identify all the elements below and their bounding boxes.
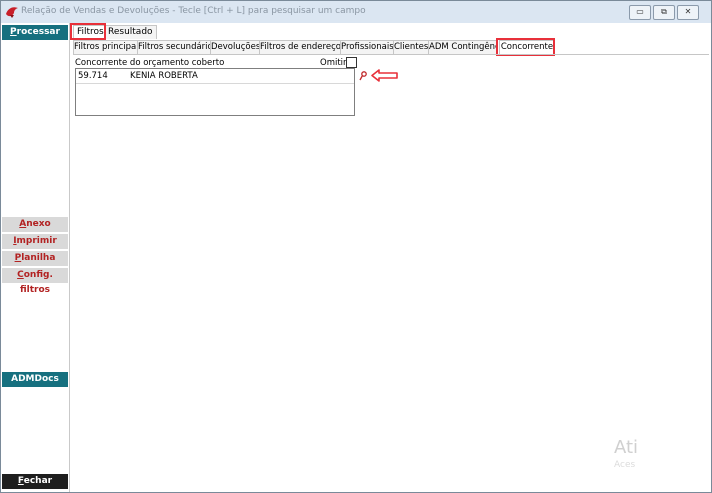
main-area: Filtros Resultado Filtros principais Fil… xyxy=(70,23,711,492)
sidebar: Processar Anexo Imprimir Planilha Config… xyxy=(1,23,70,492)
fechar-button[interactable]: Fechar xyxy=(2,474,68,489)
imprimir-button[interactable]: Imprimir xyxy=(2,234,68,249)
subtab-profissionais[interactable]: Profissionais xyxy=(340,40,394,54)
title-bar: Relação de Vendas e Devoluções - Tecle [… xyxy=(1,1,711,24)
subtab-filtros-principais[interactable]: Filtros principais xyxy=(73,40,138,54)
subtab-filtros-secundarios[interactable]: Filtros secundários xyxy=(137,40,211,54)
subtab-adm-contingencia[interactable]: ADM Contingência xyxy=(428,40,498,54)
planilha-button[interactable]: Planilha xyxy=(2,251,68,266)
maximize-button[interactable]: ⧉ xyxy=(653,5,675,20)
omit-checkbox[interactable] xyxy=(346,57,357,68)
field-label: Concorrente do orçamento coberto xyxy=(75,58,225,68)
minimize-button[interactable]: ▭ xyxy=(629,5,651,20)
config-filtros-button[interactable]: Config. filtros xyxy=(2,268,68,295)
admdocs-button[interactable]: ADMDocs xyxy=(2,372,68,387)
arrow-left-icon xyxy=(371,69,398,82)
app-window: Relação de Vendas e Devoluções - Tecle [… xyxy=(0,0,712,493)
close-button[interactable]: ✕ xyxy=(677,5,699,20)
anexo-button[interactable]: Anexo xyxy=(2,217,68,232)
panel-divider xyxy=(73,54,709,55)
list-item[interactable]: 59.714 KENIA ROBERTA xyxy=(78,71,352,82)
subtab-filtros-enderecos[interactable]: Filtros de endereços xyxy=(259,40,341,54)
tab-resultado[interactable]: Resultado xyxy=(104,25,157,39)
activation-watermark-sub: Aces xyxy=(614,460,636,470)
window-title: Relação de Vendas e Devoluções - Tecle [… xyxy=(21,6,366,16)
concorrente-list[interactable]: 59.714 KENIA ROBERTA xyxy=(75,68,355,116)
row-code: 59.714 xyxy=(78,71,108,81)
subtab-devolucoes[interactable]: Devoluções xyxy=(210,40,260,54)
row-separator xyxy=(76,83,354,84)
bird-logo-icon xyxy=(6,7,18,18)
key-icon[interactable] xyxy=(359,71,367,81)
subtab-clientes[interactable]: Clientes xyxy=(393,40,429,54)
processar-button[interactable]: Processar xyxy=(2,25,68,40)
tab-highlight-box xyxy=(70,23,106,40)
omit-label: Omitir xyxy=(320,58,347,68)
row-name: KENIA ROBERTA xyxy=(130,71,198,81)
activation-watermark: Ati xyxy=(614,437,639,458)
